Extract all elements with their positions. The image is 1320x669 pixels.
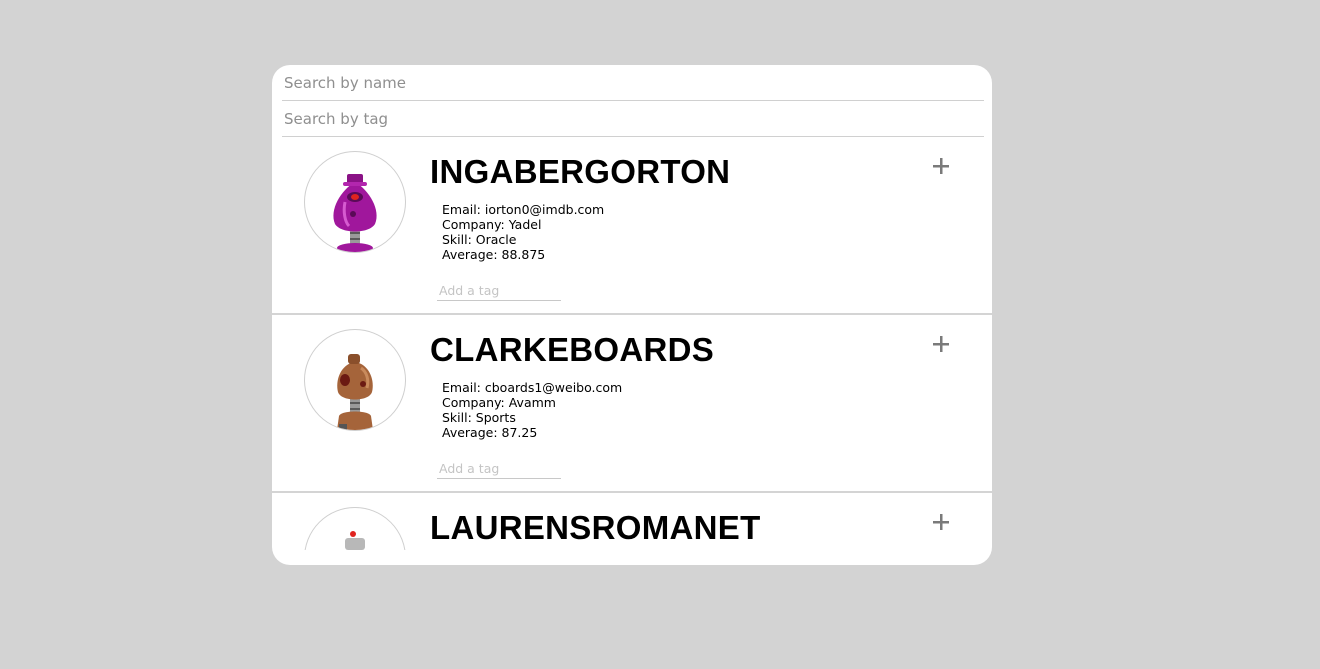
plus-icon	[933, 336, 949, 352]
robot-avatar-icon	[333, 174, 377, 252]
avatar	[304, 151, 406, 253]
student-company: Company: Avamm	[442, 395, 556, 410]
student-name: INGABERGORTON	[430, 153, 731, 190]
robot-avatar-icon	[345, 531, 365, 550]
student-item: INGABERGORTON Email: iorton0@imdb.com Co…	[272, 137, 992, 315]
expand-button[interactable]	[928, 153, 954, 179]
student-skill: Skill: Sports	[442, 410, 516, 425]
robot-avatar-icon	[337, 354, 373, 430]
student-average: Average: 88.875	[442, 247, 546, 262]
expand-button[interactable]	[928, 509, 954, 535]
avatar	[304, 507, 406, 550]
student-name: LAURENSROMANET	[430, 509, 761, 546]
student-name: CLARKEBOARDS	[430, 331, 715, 368]
student-details: Email: cboards1@weibo.com Company: Avamm…	[442, 380, 622, 440]
student-company: Company: Yadel	[442, 217, 542, 232]
search-by-name-input[interactable]	[282, 66, 984, 101]
student-skill: Skill: Oracle	[442, 232, 517, 247]
plus-icon	[933, 514, 949, 530]
add-tag-input[interactable]	[437, 459, 561, 479]
plus-icon	[933, 158, 949, 174]
add-tag-input[interactable]	[437, 281, 561, 301]
student-email: Email: iorton0@imdb.com	[442, 202, 605, 217]
expand-button[interactable]	[928, 331, 954, 357]
student-average: Average: 87.25	[442, 425, 538, 440]
search-by-tag-input[interactable]	[282, 102, 984, 137]
student-details: Email: iorton0@imdb.com Company: Yadel S…	[442, 202, 604, 262]
students-card: INGABERGORTON Email: iorton0@imdb.com Co…	[272, 65, 992, 565]
student-item: LAURENSROMANET	[272, 493, 992, 550]
avatar	[304, 329, 406, 431]
student-email: Email: cboards1@weibo.com	[442, 380, 623, 395]
student-item: CLARKEBOARDS Email: cboards1@weibo.com C…	[272, 315, 992, 493]
student-list: INGABERGORTON Email: iorton0@imdb.com Co…	[272, 137, 992, 550]
